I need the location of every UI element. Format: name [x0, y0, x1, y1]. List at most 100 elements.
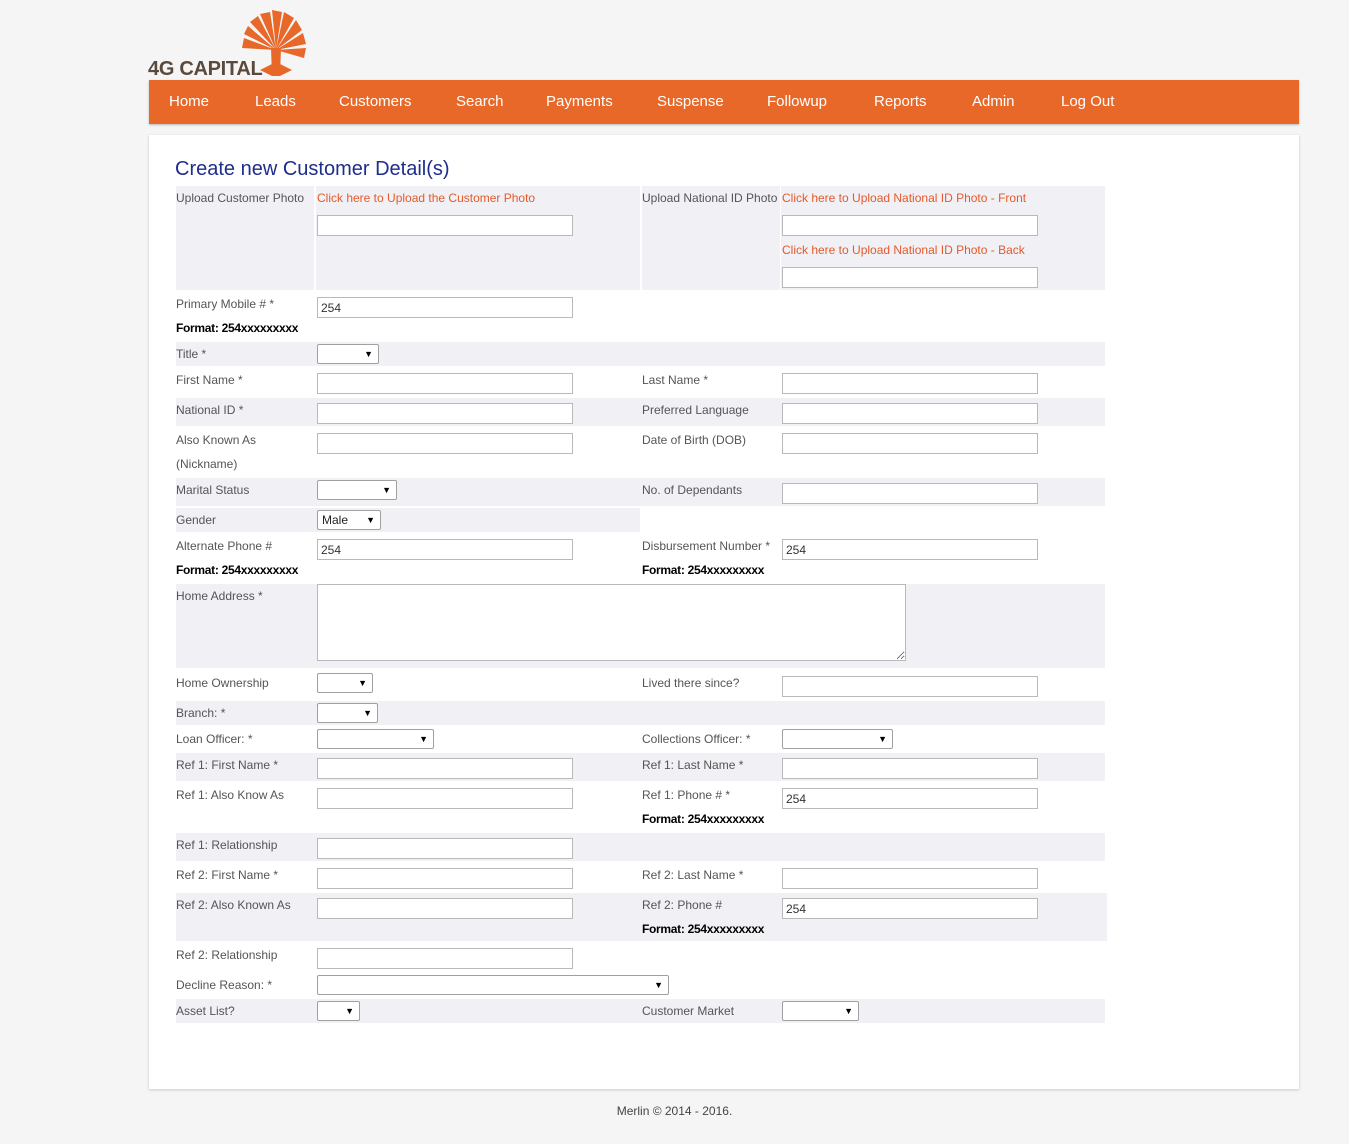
- preferred-language-input[interactable]: [782, 403, 1038, 424]
- home-address-label: Home Address *: [176, 589, 263, 603]
- branch-select[interactable]: ▼: [317, 703, 378, 723]
- nav-customers[interactable]: Customers: [339, 80, 412, 124]
- alternate-phone-label: Alternate Phone #: [176, 539, 273, 553]
- row-band: [176, 833, 1105, 861]
- last-name-label: Last Name *: [642, 373, 709, 387]
- chevron-down-icon: ▼: [382, 485, 391, 495]
- first-name-input[interactable]: [317, 373, 573, 394]
- brand-name: 4G CAPITAL: [148, 58, 263, 80]
- loan-officer-label: Loan Officer: *: [176, 732, 253, 746]
- main-navbar: Home Leads Customers Search Payments Sus…: [149, 80, 1299, 124]
- chevron-down-icon: ▼: [363, 708, 372, 718]
- customer-market-label: Customer Market: [642, 1004, 735, 1018]
- preferred-language-label: Preferred Language: [642, 403, 749, 417]
- asset-list-select[interactable]: ▼: [317, 1001, 360, 1021]
- row-band: [176, 342, 1105, 366]
- upload-id-back-link[interactable]: Click here to Upload National ID Photo -…: [782, 243, 1025, 257]
- nav-reports[interactable]: Reports: [874, 80, 927, 124]
- ref2-relationship-label: Ref 2: Relationship: [176, 948, 278, 962]
- upload-customer-photo-label: Upload Customer Photo: [176, 191, 305, 205]
- decline-reason-select[interactable]: ▼: [317, 975, 669, 995]
- row-band: [176, 999, 1105, 1023]
- ref2-aka-label: Ref 2: Also Known As: [176, 898, 291, 912]
- chevron-down-icon: ▼: [878, 734, 887, 744]
- nav-leads[interactable]: Leads: [255, 80, 296, 124]
- ref2-relationship-input[interactable]: [317, 948, 573, 969]
- ref2-first-name-label: Ref 2: First Name *: [176, 868, 279, 882]
- ref2-last-name-input[interactable]: [782, 868, 1038, 889]
- chevron-down-icon: ▼: [358, 678, 367, 688]
- alternate-phone-input[interactable]: [317, 539, 573, 560]
- ref2-first-name-input[interactable]: [317, 868, 573, 889]
- title-label: Title *: [176, 347, 207, 361]
- ref1-first-name-input[interactable]: [317, 758, 573, 779]
- upload-customer-photo-link[interactable]: Click here to Upload the Customer Photo: [317, 191, 535, 205]
- collections-officer-label: Collections Officer: *: [642, 732, 751, 746]
- chevron-down-icon: ▼: [364, 349, 373, 359]
- last-name-input[interactable]: [782, 373, 1038, 394]
- ref1-relationship-input[interactable]: [317, 838, 573, 859]
- brand-logo[interactable]: 4G CAPITAL: [148, 8, 318, 80]
- gender-select-value: Male: [322, 513, 349, 527]
- nav-home[interactable]: Home: [169, 80, 209, 124]
- nav-suspense[interactable]: Suspense: [657, 80, 724, 124]
- nav-logout[interactable]: Log Out: [1061, 80, 1114, 124]
- nav-search[interactable]: Search: [456, 80, 504, 124]
- loan-officer-select[interactable]: ▼: [317, 729, 434, 749]
- national-id-label: National ID *: [176, 403, 244, 417]
- ref2-aka-input[interactable]: [317, 898, 573, 919]
- branch-label: Branch: *: [176, 706, 226, 720]
- customer-photo-file-field[interactable]: [317, 215, 573, 236]
- ref1-phone-label: Ref 1: Phone # *: [642, 788, 731, 802]
- ref2-phone-input[interactable]: [782, 898, 1038, 919]
- gender-select[interactable]: Male ▼: [317, 510, 381, 530]
- disbursement-number-label: Disbursement Number *: [642, 539, 771, 553]
- dob-label: Date of Birth (DOB): [642, 433, 747, 447]
- disbursement-format-hint: Format: 254xxxxxxxxx: [642, 563, 765, 577]
- nickname-input[interactable]: [317, 433, 573, 454]
- nav-admin[interactable]: Admin: [972, 80, 1015, 124]
- chevron-down-icon: ▼: [345, 1006, 354, 1016]
- nickname-label-line2: (Nickname): [176, 457, 238, 471]
- ref1-first-name-label: Ref 1: First Name *: [176, 758, 279, 772]
- row-band: [176, 701, 1105, 725]
- ref1-last-name-input[interactable]: [782, 758, 1038, 779]
- national-id-input[interactable]: [317, 403, 573, 424]
- alternate-phone-format-hint: Format: 254xxxxxxxxx: [176, 563, 299, 577]
- ref1-aka-input[interactable]: [317, 788, 573, 809]
- collections-officer-select[interactable]: ▼: [782, 729, 893, 749]
- asset-list-label: Asset List?: [176, 1004, 235, 1018]
- ref1-phone-format-hint: Format: 254xxxxxxxxx: [642, 812, 765, 826]
- id-back-file-field[interactable]: [782, 267, 1038, 288]
- home-ownership-label: Home Ownership: [176, 676, 269, 690]
- dob-input[interactable]: [782, 433, 1038, 454]
- dependants-input[interactable]: [782, 483, 1038, 504]
- primary-mobile-input[interactable]: [317, 297, 573, 318]
- ref2-phone-label: Ref 2: Phone #: [642, 898, 723, 912]
- ref2-phone-format-hint: Format: 254xxxxxxxxx: [642, 922, 765, 936]
- nickname-label-line1: Also Known As: [176, 433, 257, 447]
- upload-id-front-link[interactable]: Click here to Upload National ID Photo -…: [782, 191, 1026, 205]
- title-select[interactable]: ▼: [317, 344, 379, 364]
- marital-status-select[interactable]: ▼: [317, 480, 397, 500]
- customer-market-select[interactable]: ▼: [782, 1001, 859, 1021]
- footer-copyright: Merlin © 2014 - 2016.: [616, 1104, 733, 1118]
- nav-followup[interactable]: Followup: [767, 80, 827, 124]
- nav-payments[interactable]: Payments: [546, 80, 613, 124]
- first-name-label: First Name *: [176, 373, 243, 387]
- marital-status-label: Marital Status: [176, 483, 250, 497]
- primary-mobile-format-hint: Format: 254xxxxxxxxx: [176, 321, 299, 335]
- disbursement-number-input[interactable]: [782, 539, 1038, 560]
- ref1-phone-input[interactable]: [782, 788, 1038, 809]
- ref1-relationship-label: Ref 1: Relationship: [176, 838, 278, 852]
- row-band: [176, 508, 640, 532]
- ref1-aka-label: Ref 1: Also Know As: [176, 788, 285, 802]
- home-address-textarea[interactable]: [317, 584, 906, 661]
- chevron-down-icon: ▼: [419, 734, 428, 744]
- primary-mobile-label: Primary Mobile # *: [176, 297, 275, 311]
- home-ownership-select[interactable]: ▼: [317, 673, 373, 693]
- ref2-last-name-label: Ref 2: Last Name *: [642, 868, 744, 882]
- lived-since-input[interactable]: [782, 676, 1038, 697]
- id-front-file-field[interactable]: [782, 215, 1038, 236]
- chevron-down-icon: ▼: [844, 1006, 853, 1016]
